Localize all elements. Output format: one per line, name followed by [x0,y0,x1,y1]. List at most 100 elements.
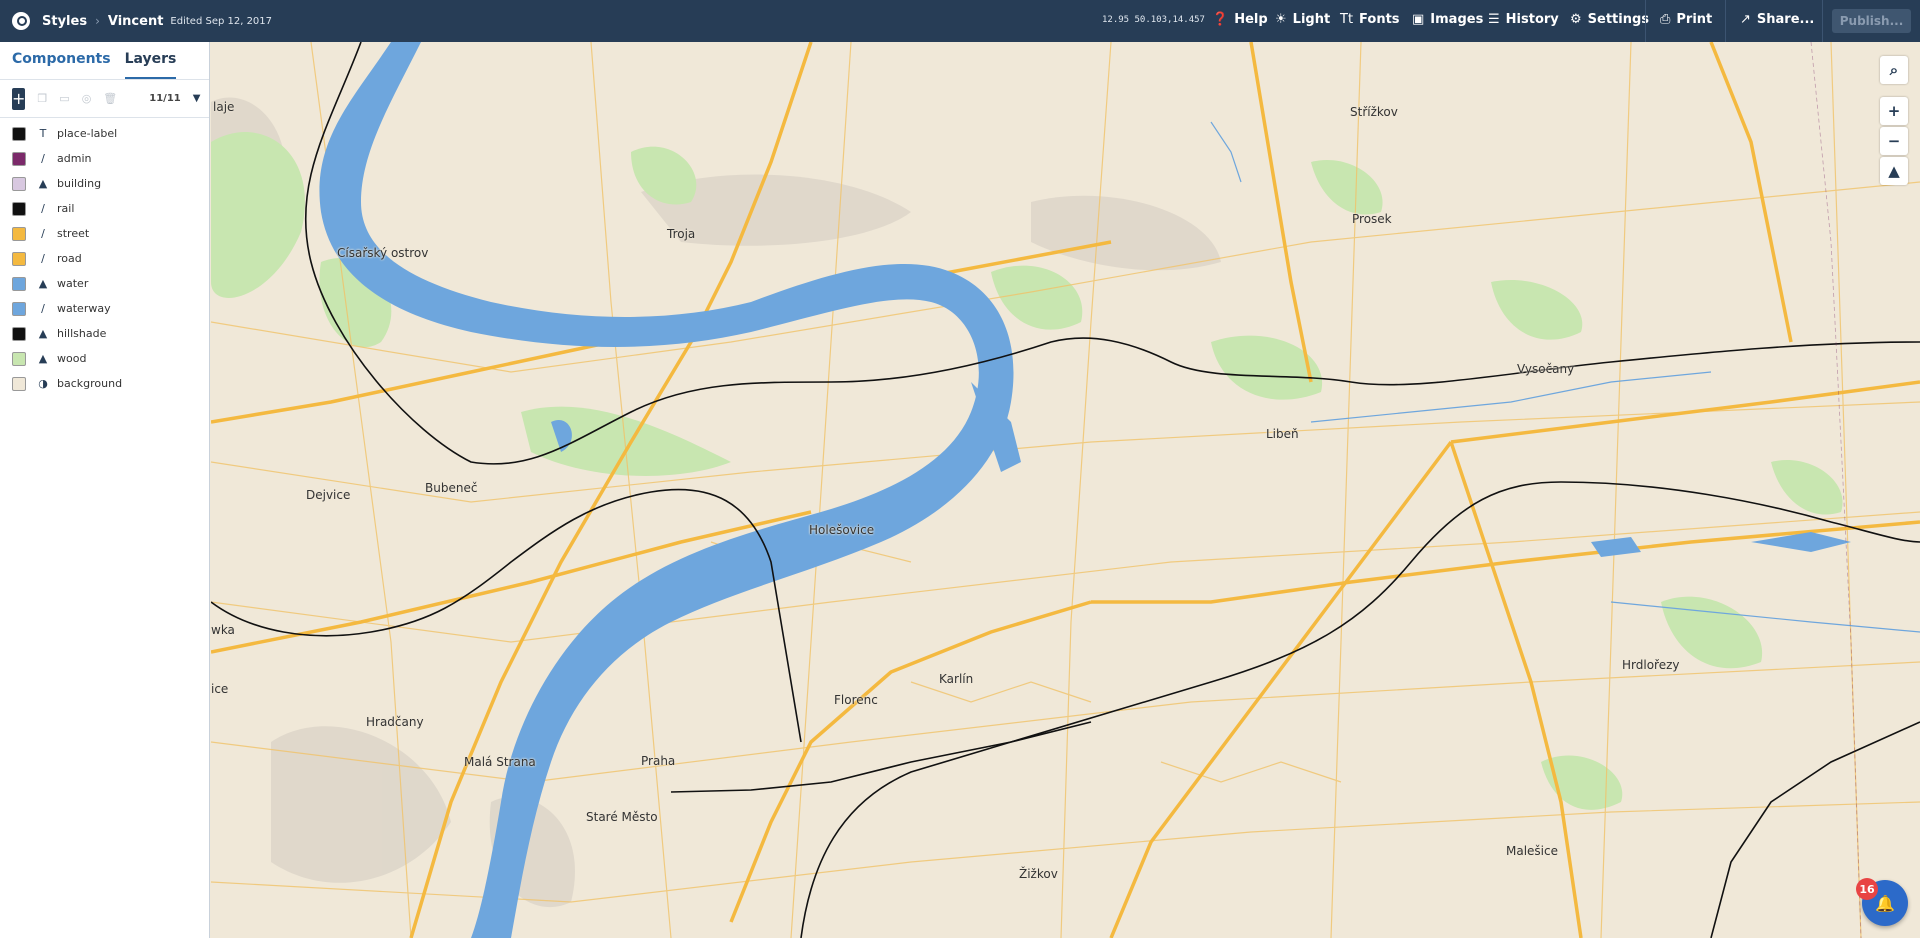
image-icon: ▣ [1412,12,1425,27]
place-label: Žižkov [1019,867,1058,881]
line-icon: ∕ [41,252,45,265]
sun-icon: ☀ [1275,12,1287,27]
layer-color-swatch[interactable] [12,251,26,266]
place-label: Karlín [939,672,974,686]
layer-row-admin[interactable]: ∕ admin [0,146,209,171]
place-label: Florenc [834,693,878,707]
line-icon: ∕ [41,202,45,215]
layer-color-swatch[interactable] [12,201,26,216]
help-icon: ❓ [1212,12,1229,27]
compass-icon: ▲ [1888,162,1900,180]
images-button[interactable]: ▣ Images [1412,12,1483,27]
share-button[interactable]: ↗ Share... [1740,12,1814,27]
history-icon: ☰ [1488,12,1500,27]
place-label: Libeň [1266,427,1299,441]
layer-name: water [57,277,89,290]
layer-color-swatch[interactable] [12,126,26,141]
trash-icon[interactable]: 🗑 [103,92,117,105]
tab-components[interactable]: Components [12,51,111,79]
layer-name: street [57,227,90,240]
layer-name: wood [57,352,87,365]
place-label: Dejvice [306,488,351,502]
layer-color-swatch[interactable] [12,301,26,316]
layer-color-swatch[interactable] [12,151,26,166]
layer-color-swatch[interactable] [12,326,26,341]
layer-row-street[interactable]: ∕ street [0,221,209,246]
tab-layers[interactable]: Layers [124,51,177,79]
chevron-right-icon: › [95,14,100,28]
settings-button[interactable]: ⚙ Settings [1570,12,1649,27]
folder-icon[interactable]: ▭ [59,92,69,105]
map-search-button[interactable]: ⌕ [1880,56,1908,84]
fill-icon: ▲ [38,327,48,340]
theme-button[interactable]: ☀ Light [1275,12,1330,27]
zoom-out-button[interactable]: − [1880,127,1908,155]
layer-row-wood[interactable]: ▲ wood [0,346,209,371]
place-label: Praha [641,754,676,768]
help-button[interactable]: ❓ Help [1212,12,1268,27]
notification-badge: 16 [1856,878,1878,900]
place-label: Hrdlořezy [1622,658,1680,672]
add-layer-button[interactable]: + [12,87,26,110]
place-label: Bubeneč [425,481,478,495]
text-icon: T [39,127,47,140]
visibility-icon[interactable]: ◎ [82,92,92,105]
compass-button[interactable]: ▲ [1880,157,1908,185]
toolbar-divider [1645,0,1646,42]
line-icon: ∕ [41,152,45,165]
place-label: Prosek [1352,212,1392,226]
search-icon: ⌕ [1889,61,1899,79]
sidebar: Components Layers + ❐ ▭ ◎ 🗑 11/11 ▼ Tpla… [0,42,210,938]
layer-row-rail[interactable]: ∕ rail [0,196,209,221]
sidebar-tabs: Components Layers [0,42,209,80]
layer-row-hillshade[interactable]: ▲ hillshade [0,321,209,346]
history-button[interactable]: ☰ History [1488,12,1559,27]
layer-name: place-label [57,127,118,140]
gear-icon: ⚙ [1570,12,1582,27]
background-icon: ◑ [38,377,48,390]
place-label: Císařský ostrov [337,246,429,260]
duplicate-icon[interactable]: ❐ [37,92,47,105]
layer-color-swatch[interactable] [12,276,26,291]
filter-icon[interactable]: ▼ [193,93,201,104]
app-logo-icon[interactable] [12,12,30,30]
layer-name: road [57,252,82,265]
fonts-button[interactable]: Tt Fonts [1340,12,1400,27]
printer-icon: ⎙ [1660,12,1671,27]
layer-color-swatch[interactable] [12,376,26,391]
breadcrumb-styles[interactable]: Styles [42,14,87,29]
layer-color-swatch[interactable] [12,351,26,366]
place-label: laje [213,100,235,114]
layer-row-building[interactable]: ▲ building [0,171,209,196]
plus-icon: + [1887,102,1901,120]
layer-color-swatch[interactable] [12,226,26,241]
layer-row-background[interactable]: ◑ background [0,371,209,396]
layer-row-waterway[interactable]: ∕ waterway [0,296,209,321]
place-label: wka [211,623,235,637]
line-icon: ∕ [41,227,45,240]
map-canvas[interactable]: Střížkov Prosek Troja Císařský ostrov la… [211,42,1920,938]
place-label: Malešice [1506,844,1558,858]
layer-toolbar: + ❐ ▭ ◎ 🗑 11/11 ▼ [0,80,209,118]
line-icon: ∕ [41,302,45,315]
zoom-in-button[interactable]: + [1880,97,1908,125]
publish-button[interactable]: Publish... [1832,9,1911,33]
place-label: Hradčany [366,715,424,729]
place-label: Malá Strana [464,755,536,769]
layer-count: 11/11 [149,93,181,104]
layer-color-swatch[interactable] [12,176,26,191]
place-label: Troja [667,227,696,241]
place-label: Staré Město [586,810,658,824]
top-bar: Styles › Vincent Edited Sep 12, 2017 12.… [0,0,1920,42]
fill-icon: ▲ [38,352,48,365]
place-label: Střížkov [1350,105,1398,119]
print-button[interactable]: ⎙ Print [1660,12,1712,27]
place-label: ice [211,682,229,696]
layer-name: waterway [57,302,111,315]
style-name[interactable]: Vincent [108,14,164,29]
layer-row-road[interactable]: ∕ road [0,246,209,271]
layer-row-water[interactable]: ▲ water [0,271,209,296]
layer-name: hillshade [57,327,107,340]
coordinates-readout: 12.95 50.103,14.457 [1102,15,1205,25]
layer-row-place-label[interactable]: Tplace-label [0,121,209,146]
